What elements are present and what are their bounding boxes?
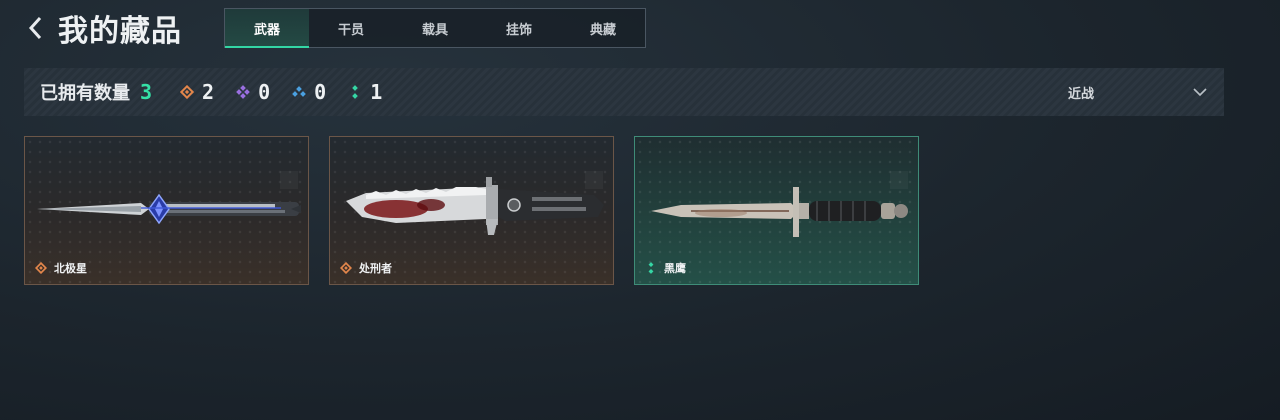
rarity-count-orange: 2 bbox=[180, 80, 214, 104]
item-card-executioner[interactable]: 处刑者 bbox=[329, 136, 614, 285]
green-dots-icon bbox=[645, 262, 657, 274]
category-tabs: 武器 干员 载具 挂饰 典藏 bbox=[224, 8, 646, 48]
rarity-count-value: 0 bbox=[258, 80, 271, 104]
purple-diamond-icon bbox=[236, 85, 250, 99]
tab-charms[interactable]: 挂饰 bbox=[477, 9, 561, 47]
tab-collections[interactable]: 典藏 bbox=[561, 9, 645, 47]
orange-diamond-icon bbox=[340, 262, 352, 274]
rarity-count-value: 0 bbox=[314, 80, 327, 104]
item-name-row: 黑鹰 bbox=[645, 260, 686, 276]
collection-grid: 北极星 处刑者 黑鹰 bbox=[24, 136, 939, 285]
item-name: 黑鹰 bbox=[664, 262, 686, 275]
blue-triangle-icon bbox=[292, 85, 306, 99]
rarity-count-blue: 0 bbox=[292, 80, 326, 104]
orange-diamond-icon bbox=[35, 262, 47, 274]
owned-count: 3 bbox=[140, 80, 153, 104]
tab-weapons[interactable]: 武器 bbox=[225, 9, 309, 48]
item-name: 处刑者 bbox=[359, 262, 392, 275]
rarity-count-value: 2 bbox=[202, 80, 215, 104]
green-dots-icon bbox=[348, 85, 362, 99]
item-card-black-hawk[interactable]: 黑鹰 bbox=[634, 136, 919, 285]
back-button[interactable] bbox=[24, 10, 48, 46]
chevron-left-icon bbox=[28, 16, 42, 40]
owned-label: 已拥有数量 bbox=[40, 83, 130, 104]
item-name-row: 北极星 bbox=[35, 260, 87, 276]
combat-knife-image bbox=[346, 177, 604, 235]
weapon-type-dropdown[interactable]: 近战 bbox=[1068, 68, 1208, 116]
bayonet-knife-image bbox=[651, 187, 908, 237]
tab-vehicles[interactable]: 载具 bbox=[393, 9, 477, 47]
tab-operators[interactable]: 干员 bbox=[309, 9, 393, 47]
rarity-count-green: 1 bbox=[348, 80, 382, 104]
item-card-polaris[interactable]: 北极星 bbox=[24, 136, 309, 285]
dagger-image bbox=[37, 193, 301, 225]
chevron-down-icon bbox=[1193, 88, 1207, 97]
dropdown-selected-label: 近战 bbox=[1068, 86, 1095, 102]
item-name-row: 处刑者 bbox=[340, 260, 392, 276]
orange-diamond-icon bbox=[180, 85, 195, 99]
page-title: 我的藏品 bbox=[58, 14, 182, 49]
ownership-stat-bar: 已拥有数量 3 2 0 0 1 近战 bbox=[24, 68, 1224, 116]
rarity-count-value: 1 bbox=[370, 80, 383, 104]
page-header: 我的藏品 bbox=[24, 8, 182, 49]
item-name: 北极星 bbox=[54, 262, 87, 275]
rarity-count-purple: 0 bbox=[236, 80, 270, 104]
